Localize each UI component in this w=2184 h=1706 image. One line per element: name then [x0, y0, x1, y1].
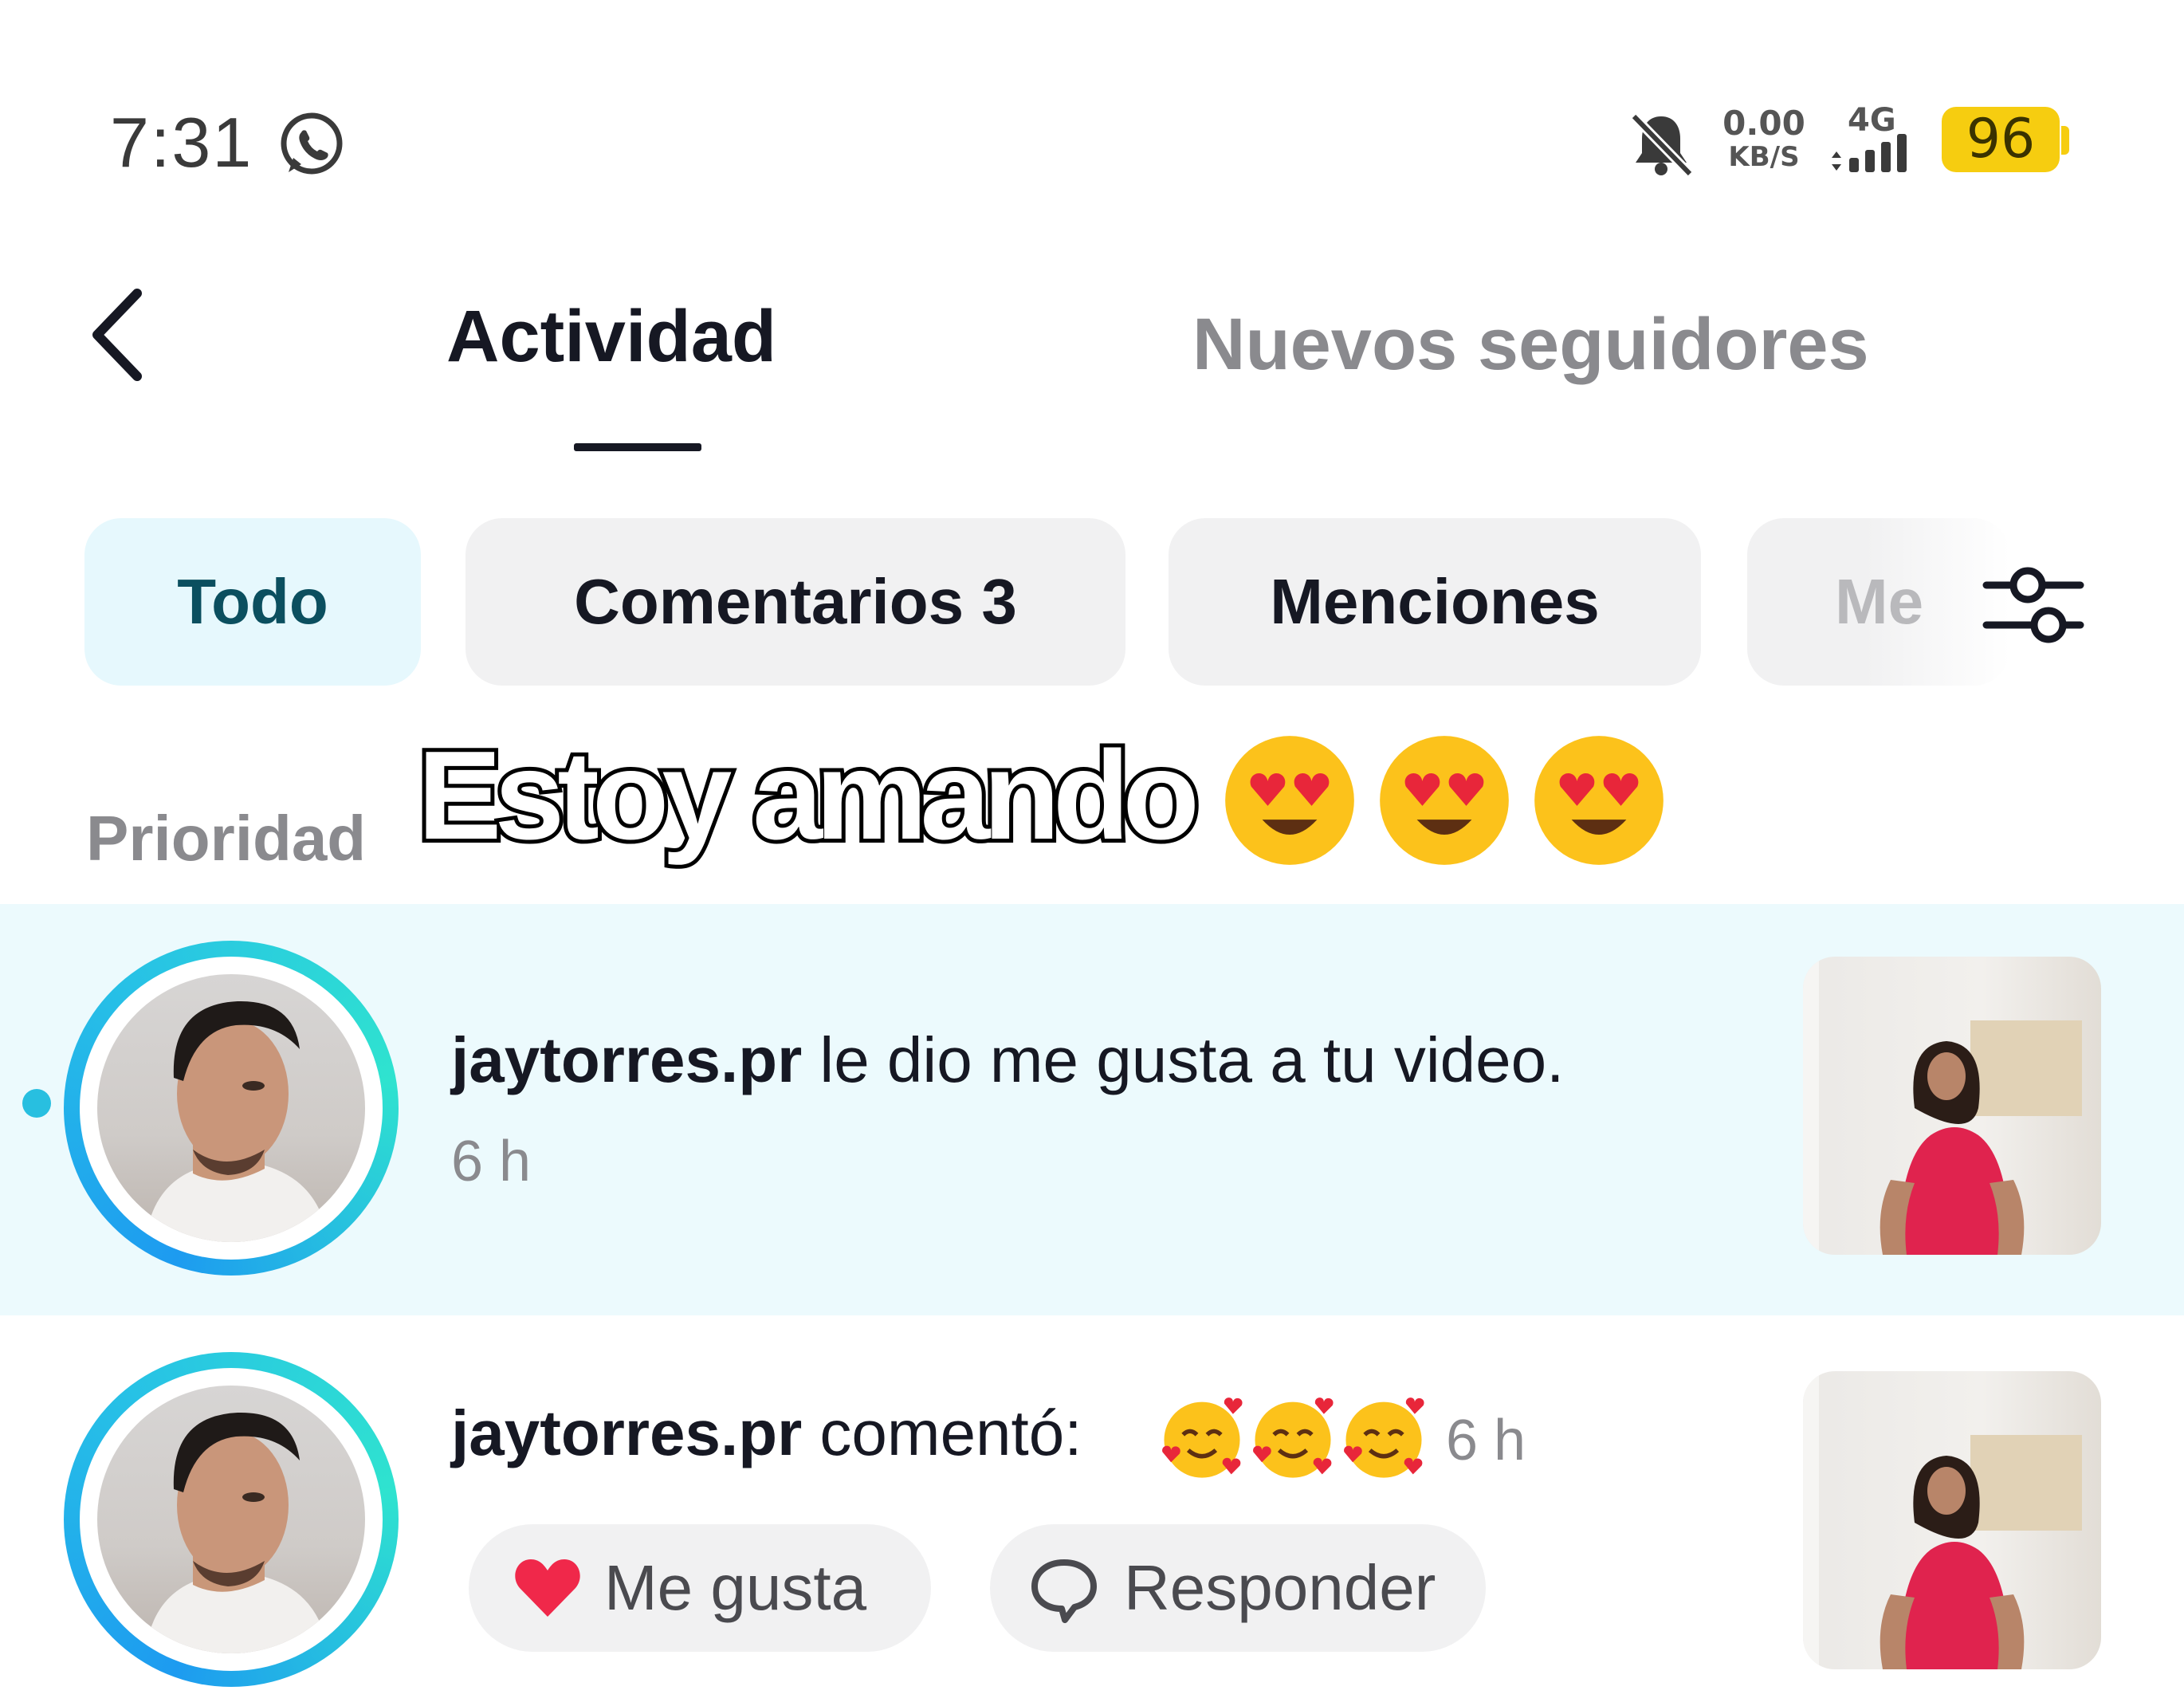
network-speed-unit: KB/S: [1728, 141, 1800, 173]
smiling-hearts-emoji: [1253, 1397, 1334, 1478]
like-label: Me gusta: [604, 1552, 867, 1623]
activity-action: comentó:: [802, 1397, 1082, 1468]
chip-comentarios[interactable]: Comentarios 3: [465, 518, 1125, 686]
activity-row-comment[interactable]: jaytorres.pr comentó: 6 h Me gusta Respo…: [0, 1315, 2184, 1706]
chip-me-truncated[interactable]: Me: [1747, 518, 2010, 686]
activity-action: le dio me gusta a tu video.: [802, 1024, 1565, 1095]
username[interactable]: jaytorres.pr: [451, 1024, 802, 1095]
bell-muted-icon: [1630, 112, 1694, 178]
network-speed-value: 0.00: [1722, 104, 1805, 143]
avatar-photo: [97, 974, 365, 1242]
person-portrait-icon: [145, 1412, 328, 1653]
avatar-photo: [97, 1386, 365, 1653]
network-speed: 0.00 KB/S: [1712, 107, 1816, 174]
smiling-hearts-emoji: [1344, 1397, 1424, 1478]
heart-icon: [515, 1559, 580, 1617]
like-comment-button[interactable]: Me gusta: [469, 1524, 931, 1652]
video-caption-overlay: Estoy amando: [414, 721, 1204, 870]
video-thumbnail[interactable]: [1803, 957, 2101, 1255]
caption-text: Estoy amando: [414, 721, 1204, 870]
heart-eyes-emoji: [1380, 736, 1509, 865]
tab-actividad[interactable]: Actividad: [446, 295, 776, 379]
reply-button[interactable]: Responder: [990, 1524, 1486, 1652]
whatsapp-icon: [281, 112, 343, 175]
active-tab-indicator: [574, 443, 701, 451]
heart-eyes-emoji: [1534, 736, 1664, 865]
username[interactable]: jaytorres.pr: [451, 1397, 802, 1468]
tab-nuevos-seguidores[interactable]: Nuevos seguidores: [1192, 303, 1869, 387]
video-thumbnail[interactable]: [1803, 1371, 2101, 1669]
chip-menciones[interactable]: Menciones: [1169, 518, 1701, 686]
back-icon[interactable]: [83, 287, 155, 383]
unread-dot: [22, 1089, 51, 1118]
battery-level: 96: [1942, 107, 2060, 172]
heart-eyes-emoji: [1225, 736, 1354, 865]
signal-icon: [1832, 134, 1907, 172]
activity-text: jaytorres.pr le dio me gusta a tu video.: [451, 1024, 1564, 1097]
activity-time: 6 h: [1446, 1409, 1526, 1472]
battery-tip: [2061, 126, 2069, 155]
avatar[interactable]: [64, 1352, 399, 1687]
video-preview-image: [1803, 1371, 2082, 1669]
activity-row-like[interactable]: jaytorres.pr le dio me gusta a tu video.…: [0, 904, 2184, 1315]
activity-text: jaytorres.pr comentó:: [451, 1397, 1082, 1470]
person-portrait-icon: [145, 1000, 328, 1242]
section-title-prioridad: Prioridad: [86, 803, 367, 874]
status-time: 7:31: [110, 103, 253, 182]
reply-label: Responder: [1124, 1552, 1436, 1623]
smiling-hearts-emoji: [1162, 1397, 1243, 1478]
chip-todo[interactable]: Todo: [84, 518, 421, 686]
activity-time: 6 h: [451, 1130, 532, 1193]
video-preview-image: [1803, 957, 2082, 1255]
filter-sliders-icon[interactable]: [1982, 558, 2085, 652]
avatar[interactable]: [64, 941, 399, 1276]
comment-bubble-icon: [1031, 1559, 1097, 1623]
